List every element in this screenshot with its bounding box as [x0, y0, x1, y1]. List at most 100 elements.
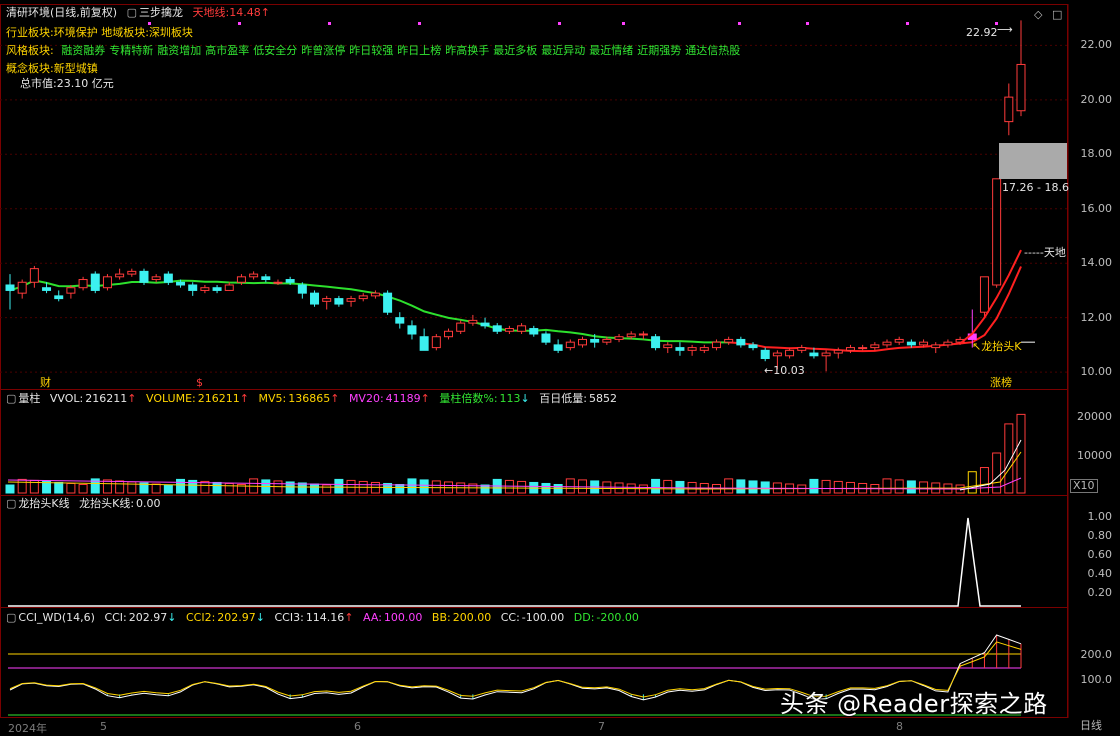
- candle-body: [261, 276, 271, 281]
- vvol-value: 216211: [85, 392, 128, 405]
- tiandi-tag: -----天地: [1024, 246, 1066, 259]
- cci2-label: CCI2:: [185, 611, 216, 624]
- candle-body: [285, 279, 295, 283]
- candle-body: [127, 270, 137, 275]
- zhangbang-tag[interactable]: 涨榜: [990, 376, 1012, 390]
- cci-panel-name[interactable]: CCI_WD(14,6): [18, 611, 95, 624]
- dragon-tag: ↖龙抬头K: [972, 340, 1022, 353]
- unit-badge: X10: [1070, 479, 1098, 493]
- volume-bar: [395, 483, 405, 494]
- style-item[interactable]: 最近多板: [493, 44, 537, 57]
- checkbox-icon[interactable]: ▢: [6, 392, 16, 405]
- volume-bar: [54, 481, 64, 494]
- candle-body: [139, 270, 149, 283]
- style-item[interactable]: 融资融券: [61, 44, 105, 57]
- candle-body: [821, 352, 831, 357]
- candle-body: [809, 352, 819, 357]
- dragon-axis-label: 0.60: [1087, 548, 1113, 561]
- period-button[interactable]: 日线: [1080, 719, 1102, 733]
- concept-value[interactable]: 新型城镇: [54, 62, 98, 75]
- mv5-label: MV5:: [258, 392, 287, 405]
- volume-bar: [407, 478, 417, 494]
- candle-body: [699, 347, 709, 351]
- candle-body: [54, 295, 64, 300]
- price-range-label: 17.26 - 18.6: [1002, 181, 1069, 194]
- style-item[interactable]: 昨高换手: [445, 44, 489, 57]
- square-icon[interactable]: □: [1052, 8, 1062, 21]
- candle-body: [5, 284, 15, 291]
- dragon-axis-label: 0.40: [1087, 567, 1113, 580]
- volume-bar: [151, 483, 161, 494]
- candle-body: [370, 292, 380, 297]
- checkbox-icon[interactable]: ▢: [6, 497, 16, 510]
- event-dot: [906, 22, 909, 25]
- checkbox-icon[interactable]: ▢: [127, 6, 137, 19]
- vol-axis-10000: 10000: [1077, 449, 1112, 462]
- price-axis-label: 22.00: [1080, 38, 1113, 52]
- style-item[interactable]: 昨日较强: [349, 44, 393, 57]
- region-value[interactable]: 深圳板块: [149, 26, 193, 39]
- volume-bar: [967, 471, 977, 494]
- period-mode: (日线,前复权): [50, 6, 118, 19]
- price-axis-label: 16.00: [1080, 201, 1113, 215]
- candle-body: [17, 281, 27, 294]
- finance-tag[interactable]: 财: [40, 376, 51, 390]
- volume-bar: [809, 478, 819, 494]
- style-item[interactable]: 昨日上榜: [397, 44, 441, 57]
- dollar-tag[interactable]: $: [196, 376, 203, 390]
- industry-value[interactable]: 环境保护: [54, 26, 98, 39]
- mv5-line: [7, 451, 1022, 490]
- volume-bar: [845, 481, 855, 494]
- vvol-label: VVOL:: [49, 392, 84, 405]
- candle-body: [870, 344, 880, 349]
- cci-label: CCI:: [104, 611, 127, 624]
- checkbox-icon[interactable]: ▢: [6, 611, 16, 624]
- diamond-icon[interactable]: ◇: [1034, 8, 1042, 21]
- volume-bar: [334, 478, 344, 494]
- style-item[interactable]: 高市盈率: [205, 44, 249, 57]
- concept-row: 概念板块:新型城镇: [6, 62, 98, 76]
- style-item[interactable]: 昨曾涨停: [301, 44, 345, 57]
- low100-value: 5852: [588, 392, 617, 405]
- volume-bar: [224, 482, 234, 494]
- volume-bar: [1016, 413, 1026, 494]
- candle-body: [858, 347, 868, 350]
- candle-body: [760, 349, 770, 359]
- mcap-label: 总市值:: [20, 77, 57, 90]
- candle-body: [882, 341, 892, 346]
- cc-value: -100.00: [521, 611, 565, 624]
- candle-body: [102, 276, 112, 289]
- main-header: 清研环境(日线,前复权) ▢ 三步擒龙 天地线:14.48↑: [6, 6, 276, 20]
- candle-body: [492, 325, 502, 332]
- style-item[interactable]: 近期强势: [637, 44, 681, 57]
- event-dot: [328, 22, 331, 25]
- candle-body: [176, 281, 186, 286]
- style-item[interactable]: 通达信热股: [685, 44, 740, 57]
- volume-panel-name[interactable]: 量柱: [18, 392, 40, 405]
- volume-bar: [651, 478, 661, 494]
- stock-name[interactable]: 清研环境: [6, 6, 50, 19]
- style-item[interactable]: 最近情绪: [589, 44, 633, 57]
- candle-body: [724, 338, 734, 343]
- event-dot: [558, 22, 561, 25]
- candle-body: [736, 338, 746, 346]
- candle-body: [334, 298, 344, 305]
- dragon-k-line: [8, 517, 1021, 607]
- candle-body: [979, 276, 989, 313]
- chart-canvas[interactable]: [0, 0, 1120, 736]
- candle-body: [748, 344, 758, 349]
- candle-body: [249, 273, 259, 278]
- arrow-icon: ↖: [972, 340, 982, 353]
- event-dot: [148, 22, 151, 25]
- dd-label: DD:: [573, 611, 595, 624]
- style-item[interactable]: 融资增加: [157, 44, 201, 57]
- volume-header: ▢ 量柱 VVOL: 216211↑ VOLUME: 216211↑ MV5: 1368…: [6, 392, 617, 405]
- indicator-name[interactable]: 三步擒龙: [139, 6, 183, 19]
- candle-body: [1004, 96, 1014, 123]
- mcap-value: 23.10 亿元: [56, 77, 114, 90]
- style-item[interactable]: 最近异动: [541, 44, 585, 57]
- dragon-panel-name[interactable]: 龙抬头K线: [18, 497, 69, 510]
- style-item[interactable]: 低安全分: [253, 44, 297, 57]
- candle-body: [407, 325, 417, 335]
- style-item[interactable]: 专精特新: [109, 44, 153, 57]
